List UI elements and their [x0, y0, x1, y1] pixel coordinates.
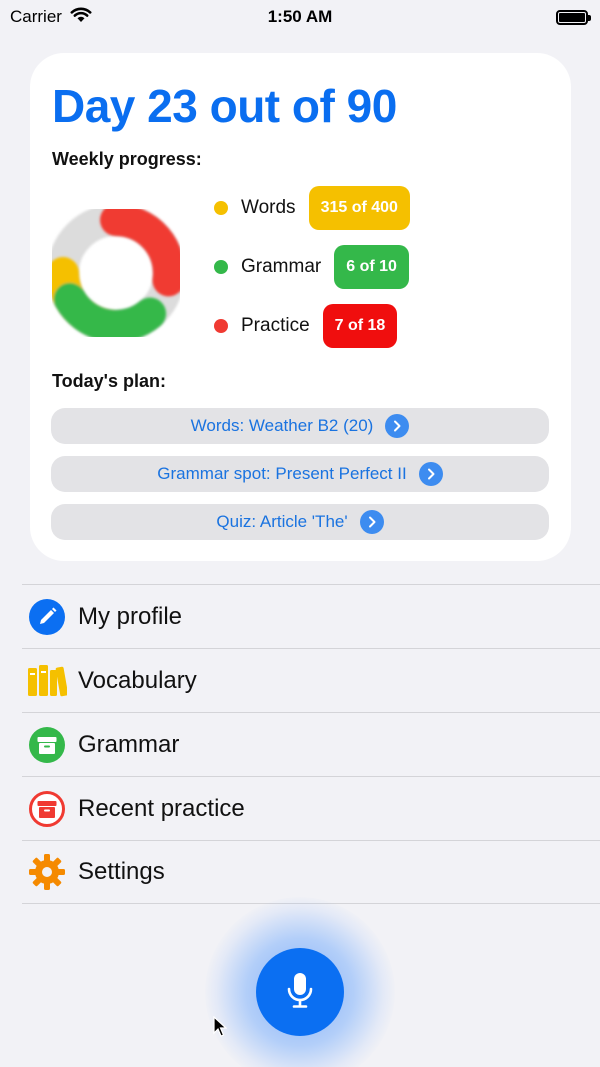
grammar-progress-badge: 6 of 10: [334, 245, 409, 289]
chevron-right-icon: [359, 510, 384, 534]
plan-item-label: Grammar spot: Present Perfect II: [157, 464, 407, 483]
menu-item-vocabulary[interactable]: Vocabulary: [22, 648, 600, 712]
donut-segment-practice: [100, 204, 185, 297]
menu-item-my-profile[interactable]: My profile: [22, 584, 600, 648]
gear-icon: [27, 852, 67, 892]
mouse-cursor-icon: [213, 1015, 228, 1043]
archive-box-outline-icon: [27, 789, 67, 829]
main-menu: My profile Vocabulary Grammar Recent pra…: [22, 584, 600, 904]
books-icon: [27, 661, 67, 701]
practice-progress-badge: 7 of 18: [322, 304, 398, 348]
menu-label: Vocabulary: [78, 666, 197, 694]
donut-segment-grammar: [53, 282, 167, 342]
legend-row-words: Words 315 of 400: [214, 186, 410, 230]
menu-item-settings[interactable]: Settings: [22, 840, 600, 904]
practice-dot-icon: [214, 319, 228, 333]
plan-item-label: Quiz: Article 'The': [216, 512, 348, 531]
legend-row-grammar: Grammar 6 of 10: [214, 245, 409, 289]
plan-item-grammar[interactable]: Grammar spot: Present Perfect II: [51, 456, 549, 492]
legend-label-practice: Practice: [241, 315, 310, 336]
plan-item-words[interactable]: Words: Weather B2 (20): [51, 408, 549, 444]
archive-box-icon: [27, 725, 67, 765]
chevron-right-icon: [418, 462, 443, 486]
legend-label-grammar: Grammar: [241, 256, 322, 277]
plan-item-quiz[interactable]: Quiz: Article 'The': [51, 504, 549, 540]
weekly-progress-label: Weekly progress:: [52, 149, 202, 169]
battery-icon: [556, 9, 591, 25]
microphone-icon: [285, 970, 315, 1015]
menu-item-recent-practice[interactable]: Recent practice: [22, 776, 600, 840]
carrier-label: Carrier: [10, 7, 62, 26]
menu-label: Recent practice: [78, 794, 245, 822]
menu-label: Settings: [78, 858, 165, 885]
plan-item-label: Words: Weather B2 (20): [190, 416, 374, 435]
chevron-right-icon: [385, 414, 410, 438]
legend-label-words: Words: [241, 197, 296, 218]
day-title: Day 23 out of 90: [52, 80, 397, 132]
legend-row-practice: Practice 7 of 18: [214, 304, 398, 348]
menu-label: Grammar: [78, 730, 180, 758]
words-dot-icon: [214, 201, 228, 215]
microphone-button[interactable]: [256, 948, 344, 1036]
progress-donut-chart: [47, 204, 185, 342]
wifi-icon: [70, 7, 92, 28]
pencil-icon: [27, 597, 67, 637]
words-progress-badge: 315 of 400: [308, 186, 410, 230]
daily-progress-card: Day 23 out of 90 Weekly progress: Words …: [30, 53, 571, 561]
menu-item-grammar[interactable]: Grammar: [22, 712, 600, 776]
grammar-dot-icon: [214, 260, 228, 274]
status-bar: Carrier 1:50 AM: [0, 0, 600, 34]
todays-plan-label: Today's plan:: [52, 371, 166, 391]
menu-label: My profile: [78, 602, 183, 630]
